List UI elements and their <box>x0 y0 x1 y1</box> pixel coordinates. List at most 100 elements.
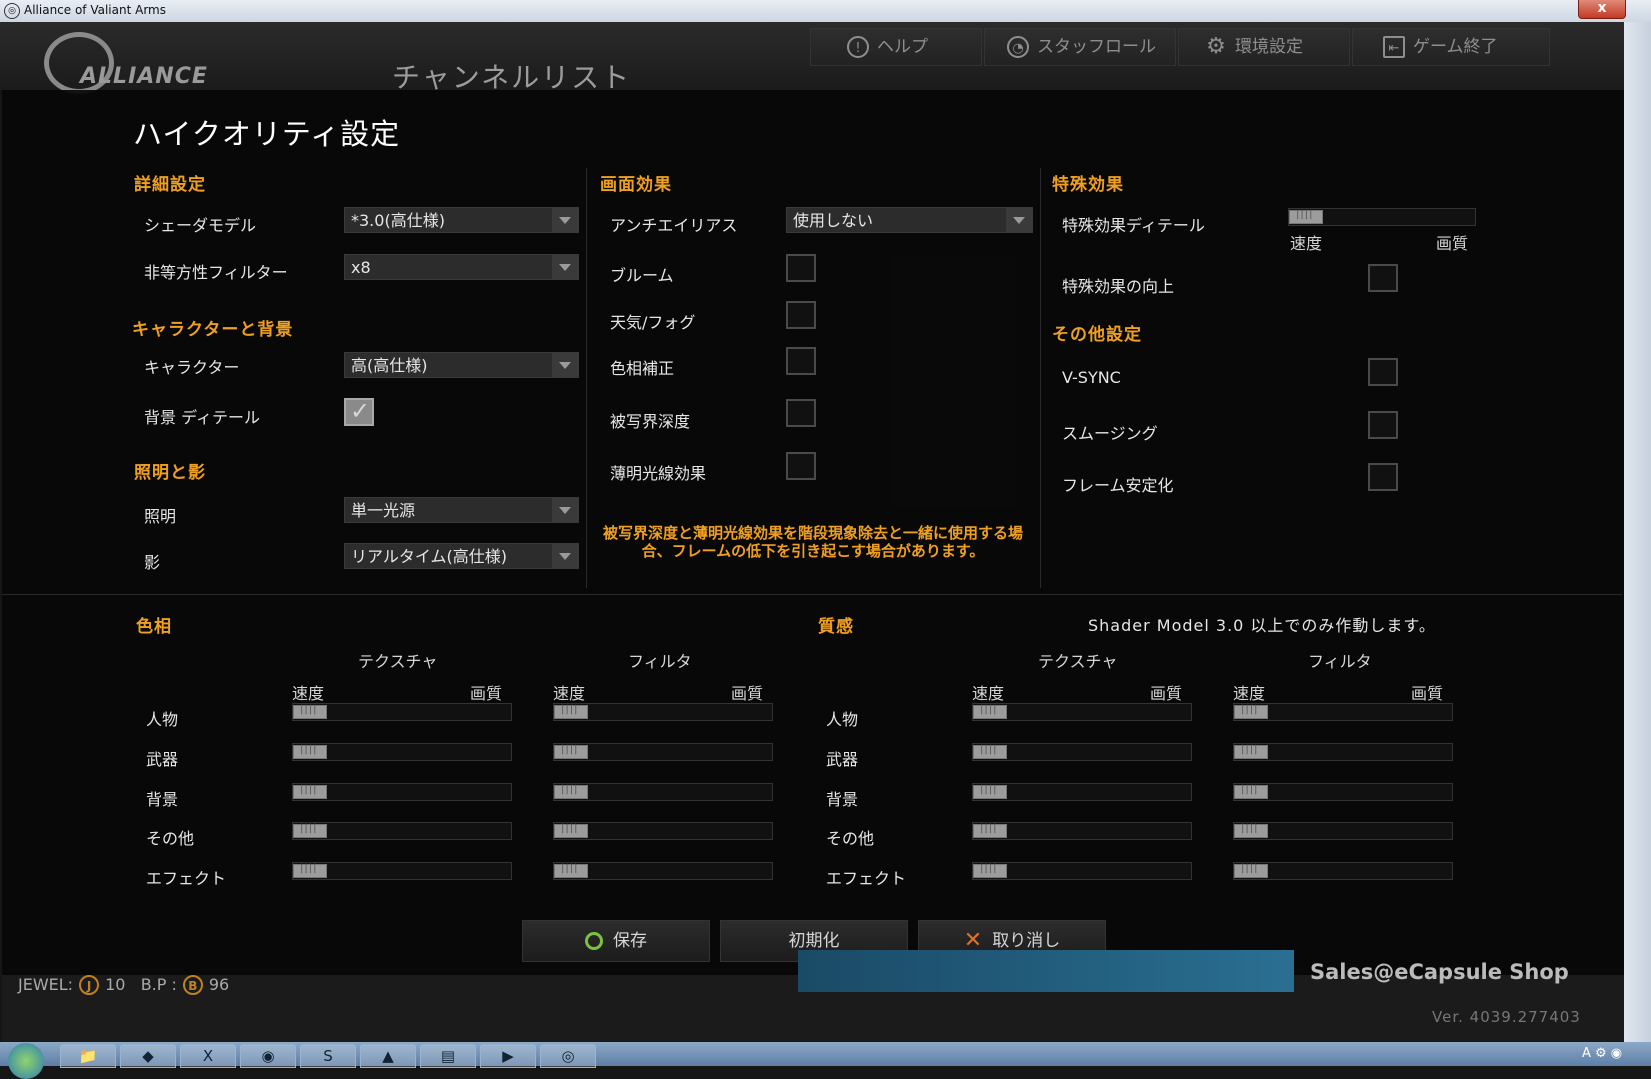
chevron-down-icon <box>552 255 578 279</box>
app-icon: ◎ <box>4 3 20 19</box>
god-rays-checkbox[interactable] <box>786 452 816 480</box>
anisotropic-filter-value: x8 <box>351 258 371 277</box>
tq-filter-slider[interactable] <box>1233 783 1453 801</box>
color-correction-checkbox[interactable] <box>786 347 816 375</box>
hue-filter-slider[interactable] <box>553 822 773 840</box>
hue-texture-slider[interactable] <box>292 822 512 840</box>
tq-filter-quality: 画質 <box>1411 684 1444 703</box>
vsync-checkbox[interactable] <box>1368 358 1398 386</box>
antialias-label: アンチエイリアス <box>610 216 738 235</box>
exit-game-label: ゲーム終了 <box>1413 37 1498 57</box>
hue-texture-quality: 画質 <box>470 684 503 703</box>
other-settings-heading: その他設定 <box>1052 325 1142 345</box>
anisotropic-filter-dropdown[interactable]: x8 <box>344 254 579 280</box>
hue-filter-speed: 速度 <box>553 684 586 703</box>
cancel-label: 取り消し <box>992 931 1061 951</box>
hue-texture-speed: 速度 <box>292 684 325 703</box>
staff-roll-button[interactable]: ◔ スタッフロール <box>984 28 1176 66</box>
effects-improve-checkbox[interactable] <box>1368 264 1398 292</box>
tq-filter-col: フィルタ <box>1308 652 1372 671</box>
exit-game-button[interactable]: ⇤ ゲーム終了 <box>1352 28 1550 66</box>
window-title-bar: ◎ Alliance of Valiant Arms x <box>0 0 1651 22</box>
jewel-label: JEWEL: <box>18 975 74 994</box>
hue-filter-slider[interactable] <box>553 862 773 880</box>
tq-row-label: 人物 <box>826 710 859 729</box>
skype-taskbar-icon[interactable]: S <box>300 1044 356 1068</box>
visual-studio-taskbar-icon[interactable]: ◆ <box>120 1044 176 1068</box>
hue-texture-slider[interactable] <box>292 743 512 761</box>
frame-stabilize-checkbox[interactable] <box>1368 463 1398 491</box>
lighting-heading: 照明と影 <box>134 463 206 483</box>
system-tray[interactable]: A ⚙ ◉ <box>1582 1046 1622 1061</box>
hue-filter-slider[interactable] <box>553 743 773 761</box>
chevron-down-icon <box>1006 208 1032 232</box>
settings-button[interactable]: ⚙ 環境設定 <box>1178 28 1350 66</box>
bloom-checkbox[interactable] <box>786 254 816 282</box>
character-dropdown[interactable]: 高(高仕様) <box>344 352 579 378</box>
shadow-dropdown[interactable]: リアルタイム(高仕様) <box>344 543 579 569</box>
hue-texture-slider[interactable] <box>292 862 512 880</box>
app-taskbar-icon[interactable]: ▤ <box>420 1044 476 1068</box>
jewel-value: 10 <box>105 975 126 994</box>
column-divider <box>1040 168 1041 588</box>
tq-texture-slider[interactable] <box>972 743 1192 761</box>
tq-filter-slider[interactable] <box>1233 743 1453 761</box>
shader-model-note: Shader Model 3.0 以上でのみ作動します。 <box>1088 616 1436 635</box>
gear-icon: ⚙ <box>1206 34 1226 59</box>
effects-detail-max-label: 画質 <box>1436 234 1469 253</box>
details-heading: 詳細設定 <box>134 175 206 195</box>
hue-filter-slider[interactable] <box>553 703 773 721</box>
effects-detail-slider[interactable] <box>1288 208 1476 226</box>
media-player-taskbar-icon[interactable]: ▶ <box>480 1044 536 1068</box>
slider-handle[interactable] <box>1289 209 1323 224</box>
chevron-down-icon <box>552 498 578 522</box>
event-banner[interactable] <box>798 950 1294 992</box>
chrome-taskbar-icon[interactable]: ◉ <box>240 1044 296 1068</box>
depth-of-field-checkbox[interactable] <box>786 399 816 427</box>
smoothing-label: スムージング <box>1062 424 1158 443</box>
weather-fog-checkbox[interactable] <box>786 301 816 329</box>
hue-row-label: 人物 <box>146 710 179 729</box>
tq-texture-slider[interactable] <box>972 703 1192 721</box>
tq-texture-slider[interactable] <box>972 862 1192 880</box>
hue-texture-slider[interactable] <box>292 783 512 801</box>
vsync-label: V-SYNC <box>1062 368 1121 387</box>
shader-model-dropdown[interactable]: *3.0(高仕様) <box>344 207 579 233</box>
hue-row-label: 武器 <box>146 750 179 769</box>
reset-label: 初期化 <box>788 931 840 951</box>
tq-filter-slider[interactable] <box>1233 822 1453 840</box>
version-text: Ver. 4039.277403 <box>1432 1008 1581 1026</box>
save-button[interactable]: 保存 <box>522 920 710 962</box>
tq-filter-slider[interactable] <box>1233 862 1453 880</box>
lighting-dropdown[interactable]: 単一光源 <box>344 497 579 523</box>
screen-effects-heading: 画面効果 <box>600 175 672 195</box>
excel-taskbar-icon[interactable]: X <box>180 1044 236 1068</box>
sales-text: Sales@eCapsule Shop <box>1310 960 1569 984</box>
color-correction-label: 色相補正 <box>610 359 675 378</box>
explorer-taskbar-icon[interactable]: 📁 <box>60 1044 116 1068</box>
effects-detail-min-label: 速度 <box>1290 234 1323 253</box>
hue-filter-col: フィルタ <box>628 652 692 671</box>
tq-filter-slider[interactable] <box>1233 703 1453 721</box>
ava-taskbar-icon[interactable]: ◎ <box>540 1044 596 1068</box>
anisotropic-filter-label: 非等方性フィルター <box>144 263 288 282</box>
smoothing-checkbox[interactable] <box>1368 411 1398 439</box>
bp-icon: B <box>182 975 203 995</box>
tq-texture-slider[interactable] <box>972 783 1192 801</box>
antialias-dropdown[interactable]: 使用しない <box>786 207 1033 233</box>
tq-texture-slider[interactable] <box>972 822 1192 840</box>
close-window-button[interactable]: x <box>1578 0 1626 19</box>
bg-detail-checkbox[interactable] <box>344 397 374 426</box>
help-button[interactable]: ! ヘルプ <box>810 28 982 66</box>
hue-texture-slider[interactable] <box>292 703 512 721</box>
performance-warning: 被写界深度と薄明光線効果を階段現象除去と一緒に使用する場合、フレームの低下を引き… <box>602 524 1023 560</box>
tq-texture-speed: 速度 <box>972 684 1005 703</box>
antialias-value: 使用しない <box>793 211 874 230</box>
app-taskbar-icon[interactable]: ▲ <box>360 1044 416 1068</box>
hue-filter-slider[interactable] <box>553 783 773 801</box>
hue-row-label: その他 <box>146 829 195 848</box>
jewel-icon: J <box>79 975 100 995</box>
start-button[interactable] <box>8 1043 44 1079</box>
bloom-label: ブルーム <box>610 266 674 285</box>
shader-model-value: *3.0(高仕様) <box>351 211 445 230</box>
